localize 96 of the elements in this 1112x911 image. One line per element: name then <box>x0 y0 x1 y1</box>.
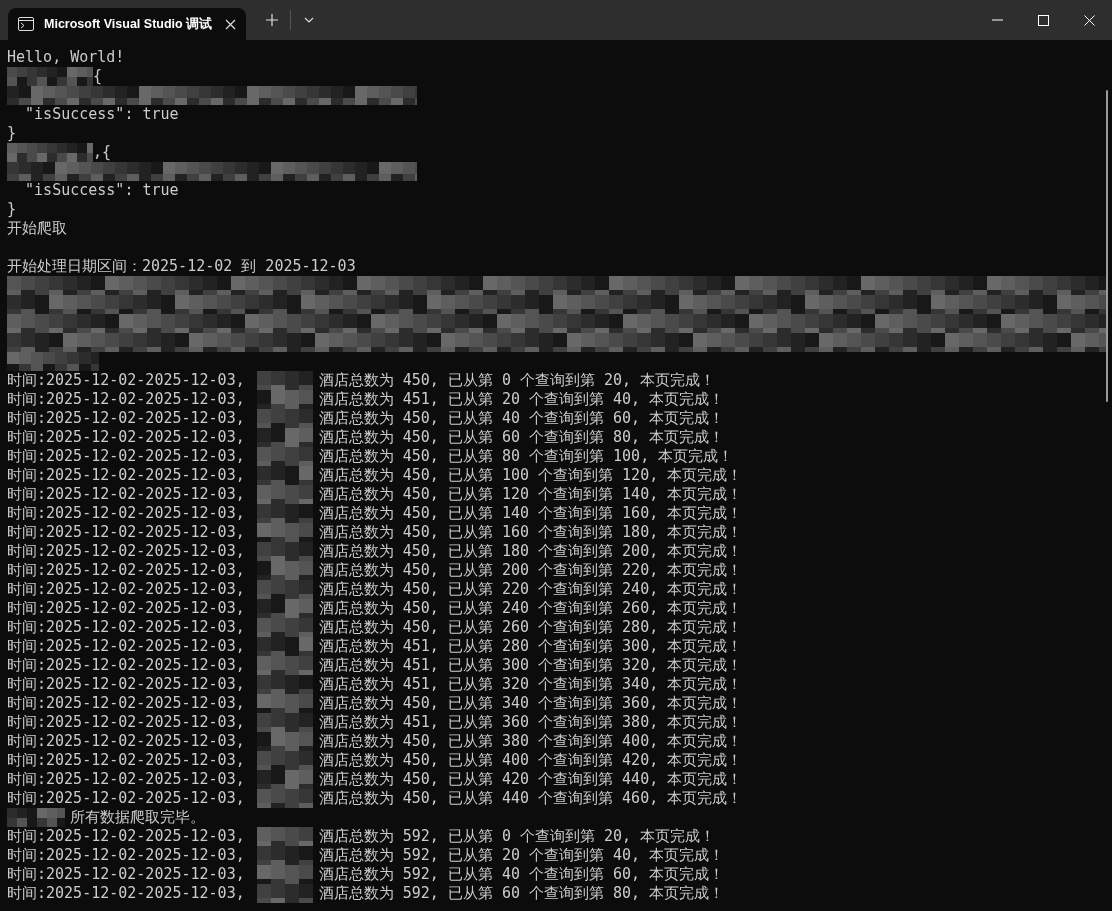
console-line: 酒店总数为 450, 已从第 60 个查询到第 80, 本页完成！ <box>318 428 725 447</box>
timestamp-text: 时间:2025-12-02-2025-12-03, <box>7 390 245 409</box>
redaction-mosaic <box>256 390 313 409</box>
redaction-mosaic <box>256 485 313 504</box>
redaction-mosaic <box>256 561 313 580</box>
console-line: } <box>7 200 17 219</box>
console-line: 酒店总数为 592, 已从第 60 个查询到第 80, 本页完成！ <box>318 884 725 903</box>
console-line: 酒店总数为 451, 已从第 300 个查询到第 320, 本页完成！ <box>318 656 743 675</box>
redaction-mosaic <box>256 371 313 390</box>
timestamp-text: 时间:2025-12-02-2025-12-03, <box>7 618 245 637</box>
console-line: 酒店总数为 450, 已从第 180 个查询到第 200, 本页完成！ <box>318 542 743 561</box>
timestamp-text: 时间:2025-12-02-2025-12-03, <box>7 884 245 903</box>
console-line: 开始爬取 <box>7 219 67 238</box>
timestamp-text: 时间:2025-12-02-2025-12-03, <box>7 789 245 808</box>
timestamp-text: 时间:2025-12-02-2025-12-03, <box>7 485 245 504</box>
console-line: ,{ <box>93 143 112 162</box>
console-line: "isSuccess": true <box>24 105 179 124</box>
timestamp-text: 时间:2025-12-02-2025-12-03, <box>7 637 245 656</box>
console-line: 开始处理日期区间：2025-12-02 到 2025-12-03 <box>7 257 356 276</box>
timestamp-text: 时间:2025-12-02-2025-12-03, <box>7 751 245 770</box>
console-line: 酒店总数为 450, 已从第 140 个查询到第 160, 本页完成！ <box>318 504 743 523</box>
timestamp-text: 时间:2025-12-02-2025-12-03, <box>7 580 245 599</box>
console-line: Hello, World! <box>7 48 125 67</box>
timestamp-text: 时间:2025-12-02-2025-12-03, <box>7 846 245 865</box>
redaction-mosaic <box>256 656 313 675</box>
console-line: 酒店总数为 450, 已从第 380 个查询到第 400, 本页完成！ <box>318 732 743 751</box>
timestamp-text: 时间:2025-12-02-2025-12-03, <box>7 694 245 713</box>
console-line: 所有数据爬取完毕。 <box>70 808 205 827</box>
redaction-mosaic <box>256 827 313 846</box>
timestamp-text: 时间:2025-12-02-2025-12-03, <box>7 371 245 390</box>
console-line: "isSuccess": true <box>24 181 179 200</box>
redaction-mosaic <box>256 846 313 865</box>
redaction-mosaic <box>256 409 313 428</box>
close-tab-icon[interactable] <box>225 18 236 30</box>
redaction-mosaic <box>256 599 313 618</box>
timestamp-text: 时间:2025-12-02-2025-12-03, <box>7 428 245 447</box>
redaction-mosaic <box>256 789 313 808</box>
redaction-mosaic <box>256 523 313 542</box>
console-line: 酒店总数为 450, 已从第 440 个查询到第 460, 本页完成！ <box>318 789 743 808</box>
timestamp-text: 时间:2025-12-02-2025-12-03, <box>7 732 245 751</box>
timestamp-text: 时间:2025-12-02-2025-12-03, <box>7 561 245 580</box>
console-line: 酒店总数为 450, 已从第 80 个查询到第 100, 本页完成！ <box>318 447 734 466</box>
timestamp-text: 时间:2025-12-02-2025-12-03, <box>7 409 245 428</box>
console-line: 酒店总数为 451, 已从第 320 个查询到第 340, 本页完成！ <box>318 675 743 694</box>
console-line: 酒店总数为 450, 已从第 100 个查询到第 120, 本页完成！ <box>318 466 743 485</box>
redaction-mosaic <box>256 770 313 789</box>
console-line: 酒店总数为 450, 已从第 420 个查询到第 440, 本页完成！ <box>318 770 743 789</box>
redaction-mosaic <box>256 504 313 523</box>
timestamp-text: 时间:2025-12-02-2025-12-03, <box>7 599 245 618</box>
console-line: 酒店总数为 450, 已从第 240 个查询到第 260, 本页完成！ <box>318 599 743 618</box>
scrollbar-thumb[interactable] <box>1106 90 1108 402</box>
timestamp-text: 时间:2025-12-02-2025-12-03, <box>7 542 245 561</box>
console-line: 酒店总数为 450, 已从第 400 个查询到第 420, 本页完成！ <box>318 751 743 770</box>
console-line: 酒店总数为 451, 已从第 20 个查询到第 40, 本页完成！ <box>318 390 725 409</box>
console-line: 酒店总数为 450, 已从第 260 个查询到第 280, 本页完成！ <box>318 618 743 637</box>
timestamp-text: 时间:2025-12-02-2025-12-03, <box>7 504 245 523</box>
console-line: 酒店总数为 450, 已从第 340 个查询到第 360, 本页完成！ <box>318 694 743 713</box>
console-line: 酒店总数为 451, 已从第 360 个查询到第 380, 本页完成！ <box>318 713 743 732</box>
timestamp-text: 时间:2025-12-02-2025-12-03, <box>7 523 245 542</box>
console-line: 酒店总数为 592, 已从第 20 个查询到第 40, 本页完成！ <box>318 846 725 865</box>
terminal-tab[interactable]: Microsoft Visual Studio 调试 <box>8 8 246 40</box>
redaction-mosaic <box>256 542 313 561</box>
console-line: 酒店总数为 450, 已从第 120 个查询到第 140, 本页完成！ <box>318 485 743 504</box>
timestamp-text: 时间:2025-12-02-2025-12-03, <box>7 447 245 466</box>
redaction-mosaic <box>256 884 313 903</box>
redaction-mosaic <box>256 865 313 884</box>
timestamp-text: 时间:2025-12-02-2025-12-03, <box>7 713 245 732</box>
redaction-mosaic <box>256 428 313 447</box>
redaction-mosaic <box>256 618 313 637</box>
redaction-mosaic <box>256 637 313 656</box>
redaction-mosaic <box>256 466 313 485</box>
redaction-mosaic <box>256 732 313 751</box>
timestamp-text: 时间:2025-12-02-2025-12-03, <box>7 827 245 846</box>
timestamp-text: 时间:2025-12-02-2025-12-03, <box>7 675 245 694</box>
console-line: { <box>93 67 103 86</box>
timestamp-text: 时间:2025-12-02-2025-12-03, <box>7 770 245 789</box>
timestamp-text: 时间:2025-12-02-2025-12-03, <box>7 656 245 675</box>
console-line: } <box>7 124 17 143</box>
timestamp-text: 时间:2025-12-02-2025-12-03, <box>7 466 245 485</box>
console-line: 酒店总数为 592, 已从第 0 个查询到第 20, 本页完成！ <box>318 827 716 846</box>
console-line: 酒店总数为 450, 已从第 200 个查询到第 220, 本页完成！ <box>318 561 743 580</box>
console-line: 酒店总数为 450, 已从第 0 个查询到第 20, 本页完成！ <box>318 371 716 390</box>
console-icon <box>18 17 34 31</box>
redaction-mosaic <box>7 808 65 827</box>
redaction-mosaic <box>256 675 313 694</box>
console-line: 酒店总数为 592, 已从第 40 个查询到第 60, 本页完成！ <box>318 865 725 884</box>
redaction-mosaic <box>256 713 313 732</box>
timestamp-text: 时间:2025-12-02-2025-12-03, <box>7 865 245 884</box>
redaction-mosaic <box>256 580 313 599</box>
console-line: 酒店总数为 450, 已从第 160 个查询到第 180, 本页完成！ <box>318 523 743 542</box>
redaction-mosaic <box>256 447 313 466</box>
redaction-mosaic <box>256 751 313 770</box>
redaction-mosaic <box>256 694 313 713</box>
console-line: 酒店总数为 450, 已从第 40 个查询到第 60, 本页完成！ <box>318 409 725 428</box>
console-line: 酒店总数为 450, 已从第 220 个查询到第 240, 本页完成！ <box>318 580 743 599</box>
console-line: 酒店总数为 451, 已从第 280 个查询到第 300, 本页完成！ <box>318 637 743 656</box>
